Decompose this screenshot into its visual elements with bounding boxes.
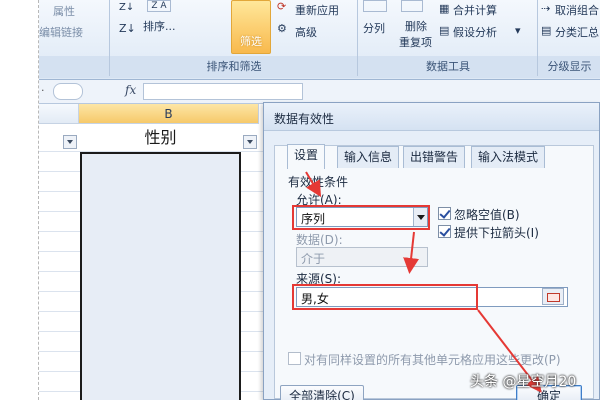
dropdown-arrow-label[interactable]: 提供下拉箭头(I) (454, 224, 539, 241)
ungroup-button[interactable]: 取消组合 (555, 2, 599, 18)
ribbon-properties[interactable]: 属性 (53, 3, 75, 19)
remove-duplicates-label-1[interactable]: 删除 (405, 18, 427, 34)
selected-range[interactable] (80, 152, 241, 400)
subtotal-button[interactable]: 分类汇总 (555, 24, 599, 40)
highlight-allow-select (292, 205, 430, 230)
range-selector-icon[interactable] (542, 288, 564, 305)
watermark: 头条 @星空月20 (470, 374, 577, 390)
tab-settings[interactable]: 设置 (287, 144, 326, 169)
ignore-blank-checkbox[interactable] (438, 207, 451, 220)
reapply-button[interactable]: 重新应用 (295, 2, 339, 18)
worksheet: B 性别 (39, 104, 269, 400)
whatif-icon: ▤ (439, 24, 450, 37)
page-margin (0, 0, 38, 400)
text-to-columns-button[interactable]: 分列 (363, 20, 385, 36)
filter-button[interactable]: 筛选 (231, 0, 271, 54)
remove-duplicates-label-2[interactable]: 重复项 (399, 34, 432, 50)
tab-input-message[interactable]: 输入信息 (337, 146, 400, 168)
tab-ime-mode[interactable]: 输入法模式 (471, 146, 546, 168)
dropdown-arrow-checkbox[interactable] (438, 225, 451, 238)
advanced-button[interactable]: 高级 (295, 24, 317, 40)
ribbon-separator (357, 0, 358, 76)
advanced-icon: ⚙ (277, 22, 287, 35)
data-select-value: 介于 (301, 252, 326, 266)
group-data-tools: 数据工具 (426, 60, 470, 73)
formula-input[interactable] (143, 83, 303, 100)
sort-button[interactable]: 排序... (143, 18, 176, 34)
column-header-a[interactable] (39, 104, 79, 124)
ribbon: 属性 编辑链接 Z↓ Z A Z↓ 排序... 筛选 ⟳ 重新应用 ⚙ 高级 排… (39, 0, 600, 80)
sort-az-icon[interactable]: Z↓ (119, 2, 134, 13)
criteria-label: 有效性条件 (288, 175, 349, 189)
header-cell-gender[interactable]: 性别 (80, 126, 241, 150)
apply-all-checkbox (288, 352, 301, 365)
ribbon-edit-links[interactable]: 编辑链接 (39, 24, 83, 40)
apply-all-label: 对有同样设置的所有其他单元格应用这些更改(P) (304, 353, 561, 367)
data-label: 数据(D): (296, 233, 343, 247)
sort-icon[interactable]: Z↓ (119, 22, 136, 35)
sort-za-icon[interactable]: Z A (147, 0, 171, 12)
group-sort-filter: 排序和筛选 (206, 60, 262, 73)
whatif-dropdown-icon[interactable]: ▾ (515, 24, 521, 37)
dialog-titlebar[interactable]: 数据有效性 (264, 103, 599, 131)
remove-duplicates-icon (401, 0, 423, 12)
ribbon-separator (537, 0, 538, 76)
ribbon-separator (109, 0, 110, 76)
filter-dropdown-arrow-b[interactable] (243, 135, 257, 149)
filter-dropdown-arrow-a[interactable] (63, 135, 77, 149)
clear-all-button[interactable]: 全部清除(C) (280, 385, 364, 400)
whatif-button[interactable]: 假设分析 (453, 24, 497, 40)
data-select: 介于 (296, 247, 428, 267)
text-to-columns-icon (363, 0, 387, 12)
reapply-icon: ⟳ (277, 0, 287, 13)
formula-bar: · fx (39, 80, 600, 104)
consolidate-button[interactable]: 合并计算 (453, 2, 497, 18)
consolidate-icon: ▦ (439, 2, 450, 15)
column-header-b[interactable]: B (79, 104, 259, 124)
filter-label: 筛选 (240, 35, 262, 48)
highlight-source-input (292, 284, 478, 310)
subtotal-icon: ▤ (541, 24, 552, 37)
fx-icon[interactable]: fx (125, 83, 136, 97)
name-box-dropdown[interactable] (53, 83, 83, 100)
group-outline: 分级显示 (547, 60, 592, 73)
tab-error-alert[interactable]: 出错警告 (403, 146, 466, 168)
ungroup-icon: ⇢ (541, 2, 551, 15)
dialog-title: 数据有效性 (274, 112, 335, 126)
ignore-blank-label[interactable]: 忽略空值(B) (454, 206, 520, 223)
name-box-marker: · (41, 84, 45, 97)
